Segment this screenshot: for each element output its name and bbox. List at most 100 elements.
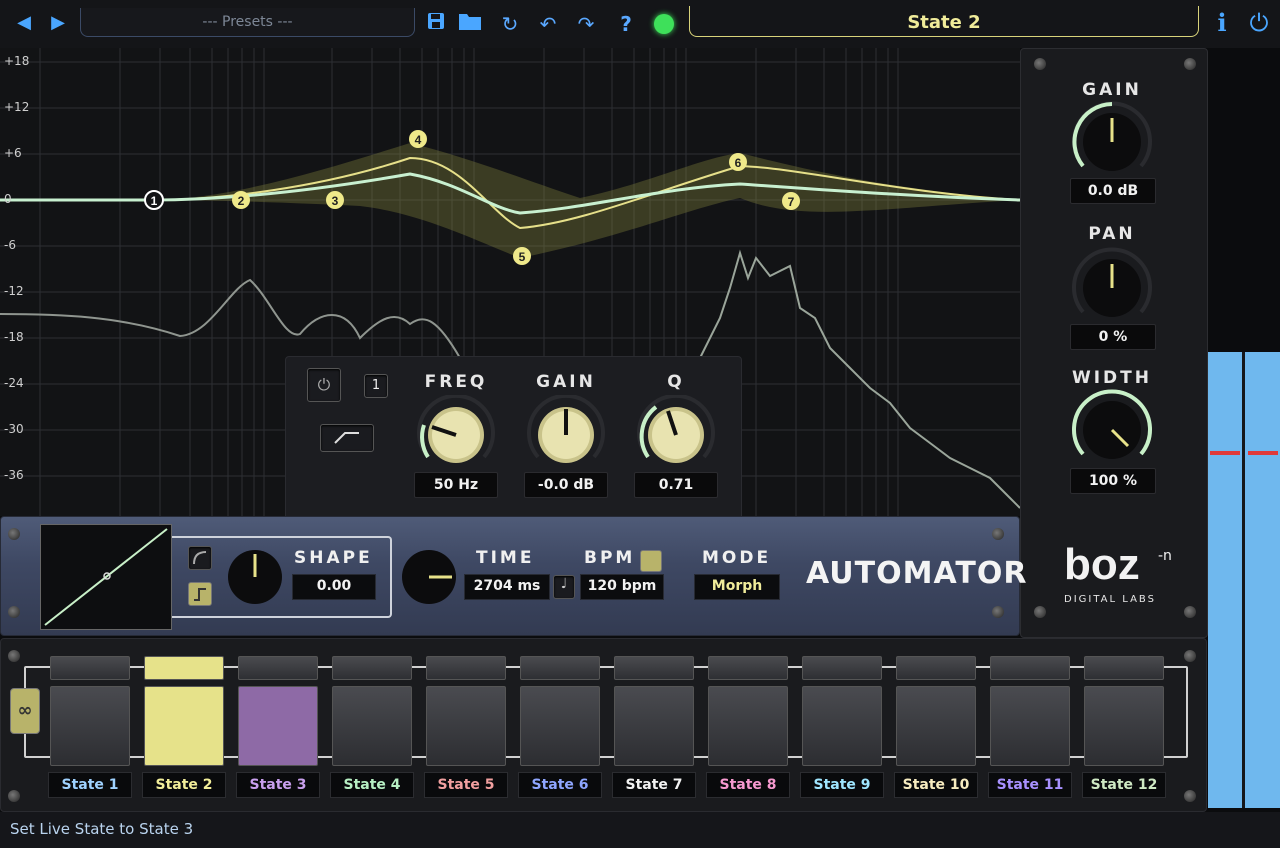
bpm-label: BPM: [584, 548, 636, 568]
freq-value[interactable]: 50 Hz: [414, 472, 498, 498]
state-pad[interactable]: [802, 686, 882, 766]
state-pad[interactable]: [238, 686, 318, 766]
screw-icon: [1184, 790, 1196, 802]
state-label[interactable]: State 1: [48, 772, 132, 798]
next-arrow-icon[interactable]: ▶: [46, 10, 70, 36]
screw-icon: [8, 790, 20, 802]
time-knob[interactable]: [400, 548, 458, 606]
freq-knob[interactable]: [414, 393, 498, 469]
state-slot-top[interactable]: [520, 656, 600, 680]
shape-knob[interactable]: [226, 548, 284, 606]
bpm-link-icon[interactable]: [640, 550, 662, 572]
refresh-icon[interactable]: ↻: [496, 10, 524, 38]
state-slot-top[interactable]: [332, 656, 412, 680]
screw-icon: [8, 650, 20, 662]
info-icon[interactable]: i: [1212, 8, 1232, 38]
screw-icon: [1184, 58, 1196, 70]
state-label[interactable]: State 9: [800, 772, 884, 798]
state-slot-top[interactable]: [50, 656, 130, 680]
shape-label: SHAPE: [294, 548, 373, 568]
state-label[interactable]: State 11: [988, 772, 1072, 798]
curve-shape-button[interactable]: [188, 546, 212, 570]
q-knob[interactable]: [634, 393, 718, 469]
state-slot-top[interactable]: [896, 656, 976, 680]
metronome-icon[interactable]: ♩: [553, 575, 575, 599]
bpm-value[interactable]: 120 bpm: [580, 574, 664, 600]
state-pad[interactable]: [332, 686, 412, 766]
presets-dropdown[interactable]: --- Presets ---: [80, 8, 415, 37]
db-tick: -12: [4, 284, 24, 298]
state-pad[interactable]: [896, 686, 976, 766]
state-pad[interactable]: [990, 686, 1070, 766]
shape-value[interactable]: 0.00: [292, 574, 376, 600]
time-value[interactable]: 2704 ms: [464, 574, 550, 600]
state-label[interactable]: State 4: [330, 772, 414, 798]
q-value[interactable]: 0.71: [634, 472, 718, 498]
svg-text:4: 4: [415, 133, 422, 147]
boz-logo-sub: DIGITAL LABS: [1064, 594, 1156, 605]
freq-label: FREQ: [424, 372, 488, 392]
screw-icon: [992, 528, 1004, 540]
band-gain-knob[interactable]: [524, 393, 608, 469]
state-label[interactable]: State 2: [142, 772, 226, 798]
mode-select[interactable]: Morph: [694, 574, 780, 600]
meter-divider: [1242, 352, 1245, 808]
prev-arrow-icon[interactable]: ◀: [12, 10, 36, 36]
width-knob[interactable]: [1068, 388, 1156, 466]
band-gain-value[interactable]: -0.0 dB: [524, 472, 608, 498]
undo-icon[interactable]: ↶: [534, 10, 562, 38]
state-pad[interactable]: [614, 686, 694, 766]
svg-text:5: 5: [519, 250, 526, 264]
live-indicator[interactable]: [654, 14, 674, 34]
folder-icon[interactable]: [456, 10, 484, 38]
state-pad[interactable]: [708, 686, 788, 766]
state-pad[interactable]: [1084, 686, 1164, 766]
state-slot-top[interactable]: [708, 656, 788, 680]
state-label[interactable]: State 8: [706, 772, 790, 798]
db-tick: -18: [4, 330, 24, 344]
state-label[interactable]: State 6: [518, 772, 602, 798]
state-pad[interactable]: [426, 686, 506, 766]
pan-knob[interactable]: [1068, 246, 1156, 324]
band-power-button[interactable]: ⏻: [307, 368, 341, 402]
state-pad[interactable]: [520, 686, 600, 766]
state-slot-top[interactable]: [238, 656, 318, 680]
q-label: Q: [667, 372, 685, 392]
boz-logo: boz: [1064, 540, 1140, 589]
state-slot-top[interactable]: [144, 656, 224, 680]
state-label[interactable]: State 5: [424, 772, 508, 798]
redo-icon[interactable]: ↷: [572, 10, 600, 38]
save-icon[interactable]: [422, 10, 450, 38]
state-slot-top[interactable]: [802, 656, 882, 680]
pan-value[interactable]: 0 %: [1070, 324, 1156, 350]
state-label[interactable]: State 10: [894, 772, 978, 798]
band-number[interactable]: 1: [364, 374, 388, 398]
step-shape-button[interactable]: [188, 582, 212, 606]
state-slot-top[interactable]: [426, 656, 506, 680]
state-label[interactable]: State 3: [236, 772, 320, 798]
state-slot-top[interactable]: [1084, 656, 1164, 680]
state-label[interactable]: State 7: [612, 772, 696, 798]
power-icon[interactable]: ⏻: [1244, 8, 1274, 38]
state-slot-top[interactable]: [614, 656, 694, 680]
state-pad[interactable]: [144, 686, 224, 766]
state-label[interactable]: State 12: [1082, 772, 1166, 798]
svg-text:3: 3: [332, 194, 339, 208]
help-icon[interactable]: ?: [612, 10, 640, 38]
width-label: WIDTH: [1071, 368, 1152, 388]
highpass-icon: [334, 432, 359, 444]
chain-link-icon[interactable]: ∞: [10, 688, 40, 734]
state-slot-top[interactable]: [990, 656, 1070, 680]
master-gain-value[interactable]: 0.0 dB: [1070, 178, 1156, 204]
state-pad[interactable]: [50, 686, 130, 766]
current-state-title[interactable]: State 2: [689, 6, 1199, 37]
db-tick: -36: [4, 468, 24, 482]
db-tick: 0: [4, 192, 12, 206]
master-gain-knob[interactable]: [1068, 100, 1156, 178]
db-tick: -30: [4, 422, 24, 436]
screw-icon: [8, 606, 20, 618]
peak-marker-left: [1210, 451, 1240, 455]
master-gain-label: GAIN: [1082, 80, 1142, 100]
width-value[interactable]: 100 %: [1070, 468, 1156, 494]
filter-type-button[interactable]: [320, 424, 374, 452]
